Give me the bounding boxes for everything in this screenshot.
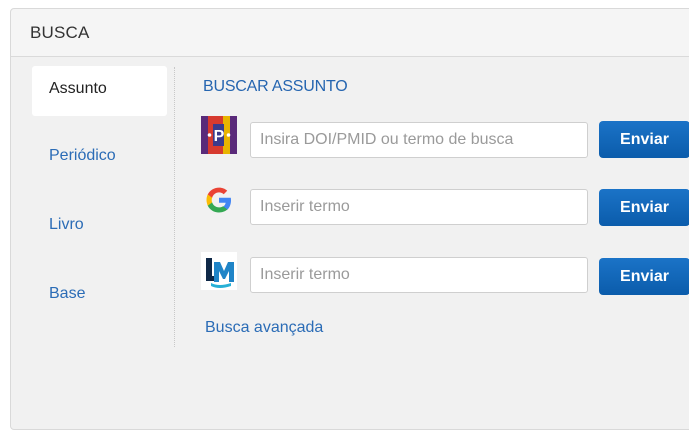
panel-title: BUSCA xyxy=(30,23,90,42)
svg-text:P: P xyxy=(214,128,225,145)
google-logo-icon xyxy=(201,181,237,219)
section-title: BUSCAR ASSUNTO xyxy=(203,78,348,95)
panel-header: BUSCA xyxy=(11,9,689,57)
lilacs-search-input[interactable] xyxy=(250,257,588,293)
google-submit-button[interactable]: Enviar xyxy=(599,189,689,226)
search-panel: BUSCA Assunto Periódico Livro Base BUSCA… xyxy=(10,8,689,430)
tab-label: Periódico xyxy=(49,147,116,164)
tab-label: Assunto xyxy=(49,80,107,97)
pubmed-logo-icon: P xyxy=(201,116,237,154)
lilacs-logo-icon xyxy=(201,252,237,290)
pubmed-search-input[interactable] xyxy=(250,122,588,158)
tab-periodico[interactable]: Periódico xyxy=(32,133,167,183)
pubmed-submit-button[interactable]: Enviar xyxy=(599,121,689,158)
tab-label: Base xyxy=(49,285,86,302)
tab-livro[interactable]: Livro xyxy=(32,202,167,252)
tab-label: Livro xyxy=(49,216,84,233)
lilacs-submit-button[interactable]: Enviar xyxy=(599,258,689,295)
google-search-input[interactable] xyxy=(250,189,588,225)
tab-assunto[interactable]: Assunto xyxy=(32,66,167,116)
tab-base[interactable]: Base xyxy=(32,271,167,321)
advanced-search-link[interactable]: Busca avançada xyxy=(205,319,323,337)
tab-divider xyxy=(174,67,175,347)
